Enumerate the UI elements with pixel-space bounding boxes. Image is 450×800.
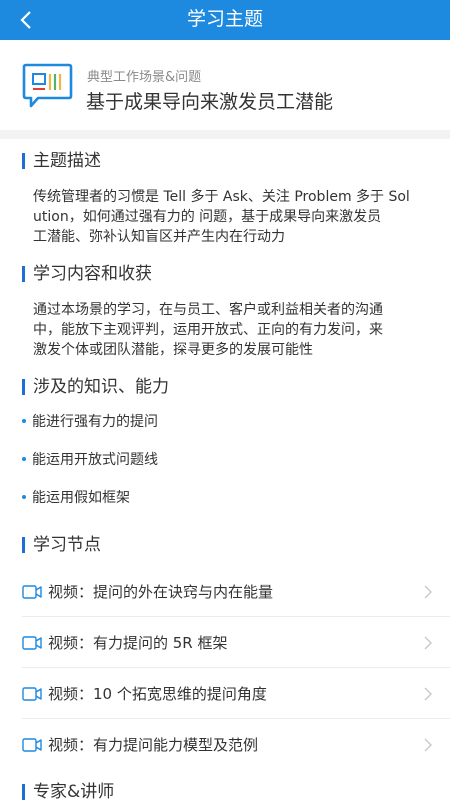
bullet-dot-icon bbox=[22, 494, 26, 499]
learning-node-item[interactable]: 视频：10 个拓宽思维的提问角度 bbox=[0, 669, 450, 719]
description-line: 工潜能、弥补认知盲区并产生内在行动力 bbox=[33, 229, 285, 245]
row-divider bbox=[22, 616, 450, 617]
skill-text: 能运用开放式问题线 bbox=[32, 452, 158, 468]
description-text: 传统管理者的习惯是 Tell 多于 Ask、关注 Problem 多于 Sol … bbox=[33, 187, 433, 247]
topic-header: 典型工作场景&问题 基于成果导向来激发员工潜能 bbox=[0, 40, 450, 130]
topic-title: 基于成果导向来激发员工潜能 bbox=[86, 91, 334, 113]
description-line: ution，如何通过强有力的 问题，基于成果导向来激发员 bbox=[33, 209, 382, 225]
learning-node-item[interactable]: 视频：提问的外在诀窍与内在能量 bbox=[0, 567, 450, 617]
node-label: 视频：10 个拓宽思维的提问角度 bbox=[48, 685, 267, 703]
section-title-description: 主题描述 bbox=[22, 151, 101, 171]
description-line: 传统管理者的习惯是 Tell 多于 Ask、关注 Problem 多于 Sol bbox=[33, 189, 410, 205]
topic-category: 典型工作场景&问题 bbox=[87, 70, 202, 85]
skill-text: 能运用假如框架 bbox=[32, 490, 130, 506]
bullet-dot-icon bbox=[22, 456, 26, 461]
skill-text: 能进行强有力的提问 bbox=[32, 414, 158, 430]
node-label: 视频：提问的外在诀窍与内在能量 bbox=[48, 583, 274, 601]
gains-line: 激发个体或团队潜能，探寻更多的发展可能性 bbox=[33, 342, 313, 358]
skill-item: 能进行强有力的提问 bbox=[22, 412, 158, 432]
page-title: 学习主题 bbox=[186, 8, 263, 30]
skill-item: 能运用假如框架 bbox=[22, 488, 130, 508]
video-icon bbox=[22, 636, 42, 650]
row-divider bbox=[22, 718, 450, 719]
chevron-right-icon bbox=[424, 585, 432, 599]
node-label: 视频：有力提问能力模型及范例 bbox=[48, 736, 259, 754]
learning-node-item[interactable]: 视频：有力提问能力模型及范例 bbox=[0, 720, 450, 770]
top-navbar: 学习主题 bbox=[0, 0, 450, 40]
row-divider bbox=[22, 667, 450, 668]
gains-text: 通过本场景的学习，在与员工、客户或利益相关者的沟通 中，能放下主观评判，运用开放… bbox=[33, 300, 433, 360]
video-icon bbox=[22, 738, 42, 752]
chevron-right-icon bbox=[424, 687, 432, 701]
section-title-nodes: 学习节点 bbox=[22, 535, 101, 555]
skill-item: 能运用开放式问题线 bbox=[22, 450, 158, 470]
section-divider bbox=[0, 130, 450, 139]
chevron-right-icon bbox=[424, 636, 432, 650]
chevron-right-icon bbox=[424, 738, 432, 752]
gains-line: 中，能放下主观评判，运用开放式、正向的有力发问，来 bbox=[33, 322, 383, 338]
node-label: 视频：有力提问的 5R 框架 bbox=[48, 634, 228, 652]
topic-chat-icon bbox=[22, 62, 74, 114]
video-icon bbox=[22, 687, 42, 701]
section-title-skills: 涉及的知识、能力 bbox=[22, 377, 169, 397]
bullet-dot-icon bbox=[22, 418, 26, 423]
gains-line: 通过本场景的学习，在与员工、客户或利益相关者的沟通 bbox=[33, 302, 383, 318]
video-icon bbox=[22, 585, 42, 599]
section-title-experts: 专家&讲师 bbox=[22, 782, 114, 800]
section-title-gains: 学习内容和收获 bbox=[22, 264, 152, 284]
learning-node-item[interactable]: 视频：有力提问的 5R 框架 bbox=[0, 618, 450, 668]
